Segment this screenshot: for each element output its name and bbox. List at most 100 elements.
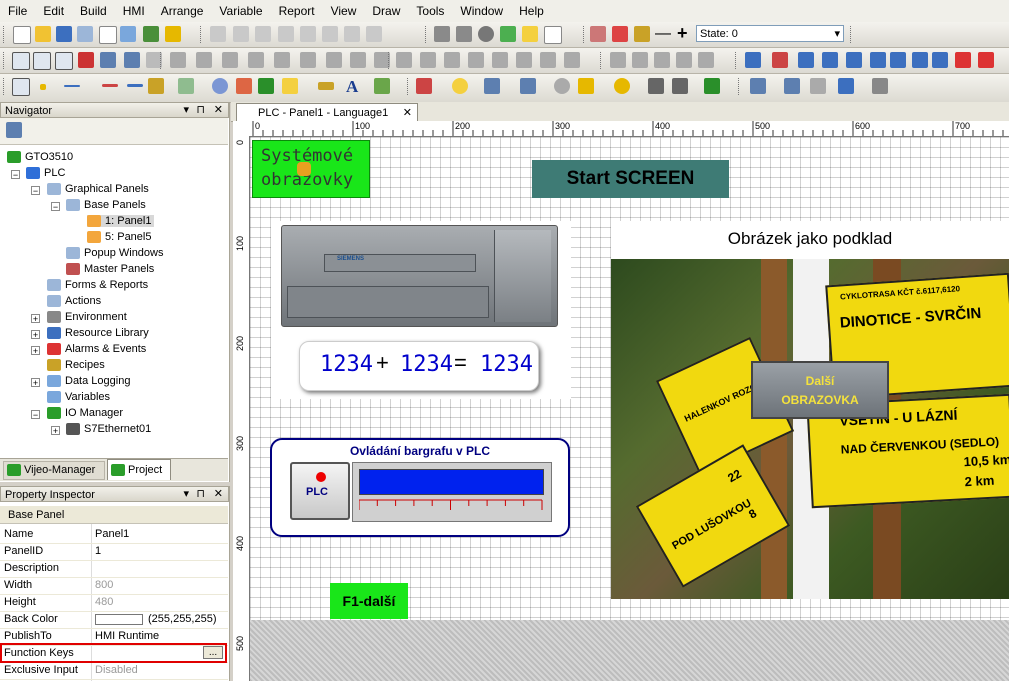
undo-icon[interactable] <box>210 26 226 42</box>
numeric-display-b[interactable]: 1234 <box>400 352 453 377</box>
tree-item[interactable]: S7Ethernet01 <box>66 423 151 436</box>
group-icon[interactable] <box>248 52 264 68</box>
cut-icon[interactable] <box>255 26 271 42</box>
meter-icon[interactable] <box>554 78 570 94</box>
expand-icon[interactable]: + <box>31 378 40 388</box>
menu-build[interactable]: Build <box>72 0 115 22</box>
expand-icon[interactable]: + <box>31 330 40 340</box>
layer-icon[interactable] <box>170 52 186 68</box>
open-folder-icon[interactable] <box>35 26 51 42</box>
freeform-icon[interactable] <box>148 78 164 94</box>
menu-arrange[interactable]: Arrange <box>153 0 212 22</box>
properties-icon[interactable] <box>366 26 382 42</box>
ungroup-icon[interactable] <box>274 52 290 68</box>
toolbar-grip[interactable] <box>160 52 164 69</box>
f1-next-button[interactable]: F1-další <box>330 583 408 619</box>
snap-icon[interactable] <box>33 52 51 70</box>
collapse-icon[interactable]: − <box>31 410 40 420</box>
align-left-icon[interactable] <box>396 52 412 68</box>
space-v-icon[interactable] <box>632 52 648 68</box>
tree-icon[interactable] <box>955 52 971 68</box>
toolbar-grip[interactable] <box>3 26 7 43</box>
bargraph-icon[interactable] <box>578 78 594 94</box>
tree-item[interactable]: Resource Library <box>47 327 149 340</box>
tree-item[interactable]: Data Logging <box>47 375 130 388</box>
tree-item[interactable]: Environment <box>47 311 127 324</box>
grid-icon[interactable] <box>12 52 30 70</box>
align-center-icon[interactable] <box>420 52 436 68</box>
toolbar-grip[interactable] <box>735 52 739 69</box>
zoom-icon[interactable] <box>55 52 73 70</box>
tree-item[interactable]: 5: Panel5 <box>87 231 151 244</box>
tab-vijeo-manager[interactable]: Vijeo-Manager <box>3 461 105 480</box>
tree-item[interactable]: Actions <box>47 295 101 308</box>
numeric-display-icon[interactable] <box>484 78 500 94</box>
clock-icon[interactable] <box>614 78 630 94</box>
toolbar-grip[interactable] <box>3 52 7 69</box>
tree-item[interactable]: Master Panels <box>66 263 154 276</box>
plus-icon[interactable]: + <box>677 23 688 43</box>
toolbar-grip[interactable] <box>738 78 742 95</box>
numeric-display-c[interactable]: 1234 <box>480 352 533 377</box>
order-front-icon[interactable] <box>698 52 714 68</box>
align-right-icon[interactable] <box>444 52 460 68</box>
pin-icon[interactable]: ⊓ <box>196 486 205 502</box>
save-all-icon[interactable] <box>77 26 93 42</box>
flip-icon[interactable] <box>350 52 366 68</box>
close-icon[interactable]: ✕ <box>214 486 223 502</box>
rotate-icon[interactable] <box>326 52 342 68</box>
pointer-icon[interactable] <box>12 78 30 96</box>
swap-icon[interactable] <box>846 52 862 68</box>
expand-icon[interactable]: + <box>31 346 40 356</box>
chevron-down-icon[interactable]: ▾ <box>183 486 189 502</box>
align-bottom-icon[interactable] <box>516 52 532 68</box>
menu-help[interactable]: Help <box>511 0 552 22</box>
slider-icon[interactable] <box>672 78 688 94</box>
panel-canvas[interactable]: Systémové obrazovky Start SCREEN SIEMENS… <box>250 137 1009 620</box>
polygon-icon[interactable] <box>282 78 298 94</box>
same-size-icon[interactable] <box>564 52 580 68</box>
xy-icon[interactable] <box>772 52 788 68</box>
panel-icon[interactable] <box>124 52 140 68</box>
text-display-icon[interactable] <box>520 78 536 94</box>
tab-panel1[interactable]: PLC - Panel1 - Language1 ✕ <box>236 103 418 121</box>
network-icon[interactable] <box>978 52 994 68</box>
center-h-icon[interactable] <box>654 52 670 68</box>
duplicate-icon[interactable] <box>322 26 338 42</box>
toolbar-grip[interactable] <box>407 78 411 95</box>
image-icon[interactable] <box>374 78 390 94</box>
tree-item[interactable]: PLC <box>26 167 65 180</box>
back-arrow-icon[interactable] <box>434 26 450 42</box>
menu-view[interactable]: View <box>323 0 365 22</box>
paste-icon[interactable] <box>300 26 316 42</box>
toolbox-icon[interactable] <box>78 52 94 68</box>
record-icon[interactable] <box>870 52 886 68</box>
state-toggle-icon[interactable] <box>612 26 628 42</box>
align-top-icon[interactable] <box>468 52 484 68</box>
collapse-icon[interactable]: − <box>31 186 40 196</box>
zoom-in-icon[interactable] <box>784 78 800 94</box>
order-icon[interactable] <box>300 52 316 68</box>
next-screen-button[interactable]: Další OBRAZOVKA <box>751 361 889 419</box>
tree-item[interactable]: Popup Windows <box>66 247 164 260</box>
polyline-icon[interactable] <box>102 84 118 87</box>
line-icon[interactable] <box>64 85 80 87</box>
arc-icon[interactable] <box>236 78 252 94</box>
tree-item[interactable]: Base Panels <box>66 199 146 212</box>
toolbar-grip[interactable] <box>388 52 392 69</box>
expand-icon[interactable]: + <box>31 314 40 324</box>
property-row-exclusive-input[interactable]: Exclusive Input Disabled <box>0 662 228 680</box>
sort-icon[interactable] <box>912 52 928 68</box>
export-icon[interactable] <box>165 26 181 42</box>
tree-item[interactable]: Alarms & Events <box>47 343 146 356</box>
color-swatch[interactable] <box>95 614 143 625</box>
lamp-icon[interactable] <box>452 78 468 94</box>
state-select[interactable]: State: 0 ▾ <box>696 25 844 42</box>
center-v-icon[interactable] <box>676 52 692 68</box>
delete-icon[interactable] <box>344 26 360 42</box>
refresh-icon[interactable] <box>500 26 516 42</box>
save-icon[interactable] <box>56 26 72 42</box>
plc-toggle-button[interactable]: PLC <box>290 462 350 520</box>
project-icon[interactable] <box>120 26 136 42</box>
replace-icon[interactable] <box>798 52 814 68</box>
